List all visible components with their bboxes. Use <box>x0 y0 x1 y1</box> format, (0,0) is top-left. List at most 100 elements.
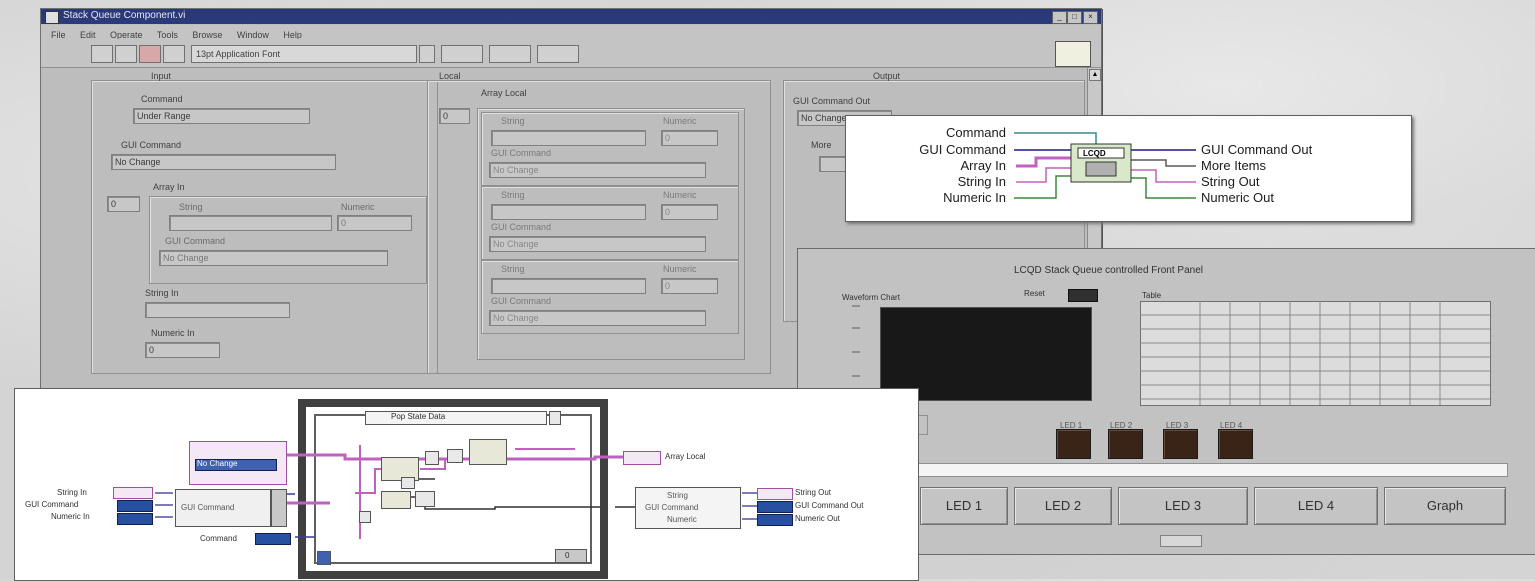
led-4-button[interactable]: LED 4 <box>1254 487 1378 525</box>
small-constant <box>359 511 371 523</box>
array-local-label: Array Local <box>665 452 706 461</box>
connector-wires <box>1014 132 1196 199</box>
pin-more-items: More Items <box>1201 158 1267 173</box>
numeric-out-terminal[interactable] <box>757 514 793 526</box>
local-3-string-field[interactable] <box>491 278 646 294</box>
local-1-string-field[interactable] <box>491 130 646 146</box>
vi-connector-icon <box>1055 41 1091 67</box>
bundle-handle <box>271 489 287 527</box>
local-2-gui-label: GUI Command <box>491 222 552 232</box>
maximize-button[interactable]: □ <box>1067 11 1082 24</box>
local-1-numeric-field[interactable]: 0 <box>661 130 718 146</box>
array-string-field[interactable] <box>169 215 332 231</box>
font-dropdown-icon[interactable] <box>419 45 435 63</box>
led-3-button[interactable]: LED 3 <box>1118 487 1248 525</box>
output-heading: Output <box>873 71 901 81</box>
minimize-button[interactable]: _ <box>1052 11 1067 24</box>
case-increment-icon[interactable] <box>549 411 561 425</box>
menu-bar: File Edit Operate Tools Browse Window He… <box>41 25 1101 40</box>
reset-indicator[interactable] <box>1068 289 1098 302</box>
case-selector-label: Pop State Data <box>391 412 446 421</box>
y-tick <box>852 327 860 329</box>
led-1-indicator <box>1056 429 1091 459</box>
local-1-string-label: String <box>501 116 525 126</box>
size-node[interactable] <box>415 491 435 507</box>
local-3-gui-label: GUI Command <box>491 296 552 306</box>
stop-button[interactable] <box>1160 535 1202 547</box>
close-button[interactable]: × <box>1083 11 1098 24</box>
numeric-in-terminal[interactable] <box>117 513 153 525</box>
unbundle-gui-label: GUI Command <box>645 503 699 512</box>
align-objects-icon[interactable] <box>441 45 483 63</box>
abort-icon[interactable] <box>139 45 161 63</box>
string-in-label: String In <box>145 288 179 298</box>
graph-button[interactable]: Graph <box>1384 487 1506 525</box>
local-2-numeric-field[interactable]: 0 <box>661 204 718 220</box>
array-local-label: Array Local <box>481 88 527 98</box>
numeric-in-field[interactable]: 0 <box>145 342 220 358</box>
array-gui-ring[interactable]: No Change <box>159 250 388 266</box>
command-terminal[interactable] <box>255 533 291 545</box>
compare-node[interactable] <box>425 451 439 465</box>
index-zero-constant <box>401 477 415 489</box>
string-in-field[interactable] <box>145 302 290 318</box>
distribute-objects-icon[interactable] <box>489 45 531 63</box>
gui-command-out-terminal[interactable] <box>757 501 793 513</box>
window-title: Stack Queue Component.vi <box>63 10 186 21</box>
y-tick <box>852 375 860 377</box>
array-local-index[interactable]: 0 <box>439 108 470 124</box>
array-string-label: String <box>179 202 203 212</box>
run-arrow-icon[interactable] <box>91 45 113 63</box>
pin-numeric-in: Numeric In <box>943 190 1006 205</box>
gui-command-ring[interactable]: No Change <box>111 154 336 170</box>
build-array-node[interactable] <box>469 439 507 465</box>
local-2-string-label: String <box>501 190 525 200</box>
gui-command-terminal[interactable] <box>117 500 153 512</box>
numeric-out-label: Numeric Out <box>795 514 840 523</box>
pin-string-in: String In <box>957 174 1006 189</box>
pause-icon[interactable] <box>163 45 185 63</box>
local-2-numeric-label: Numeric <box>663 190 697 200</box>
array-in-index[interactable]: 0 <box>107 196 140 212</box>
input-heading: Input <box>151 71 172 81</box>
string-in-terminal[interactable] <box>113 487 153 499</box>
reset-label: Reset <box>1024 289 1045 298</box>
waveform-chart-label: Waveform Chart <box>842 293 900 302</box>
gui-command-out-diagram-label: GUI Command Out <box>795 501 864 510</box>
run-continuous-icon[interactable] <box>115 45 137 63</box>
font-select[interactable]: 13pt Application Font <box>191 45 417 63</box>
local-heading: Local <box>439 71 461 81</box>
status-bar <box>918 463 1508 477</box>
gui-command-terminal-label: GUI Command <box>25 500 79 509</box>
local-3-numeric-field[interactable]: 0 <box>661 278 718 294</box>
string-in-terminal-label: String In <box>57 488 87 497</box>
array-local-indicator[interactable] <box>623 451 661 465</box>
led-1-button[interactable]: LED 1 <box>920 487 1008 525</box>
icon-label: LCQD <box>1083 149 1106 158</box>
vi-icon <box>45 11 59 24</box>
case-index-indicator <box>555 549 587 563</box>
waveform-chart-plot <box>880 307 1092 401</box>
iteration-terminal <box>317 551 331 565</box>
array-numeric-field[interactable]: 0 <box>337 215 412 231</box>
delete-array-node[interactable] <box>381 491 411 509</box>
array-gui-label: GUI Command <box>165 236 226 246</box>
scroll-up-icon[interactable]: ▲ <box>1089 69 1101 81</box>
more-items-label: More <box>811 140 832 150</box>
command-ring[interactable]: Under Range <box>133 108 310 124</box>
numeric-in-label: Numeric In <box>151 328 195 338</box>
reorder-icon[interactable] <box>537 45 579 63</box>
local-3-gui-ring[interactable]: No Change <box>489 310 706 326</box>
pin-string-out: String Out <box>1201 174 1260 189</box>
unbundle-string-label: String <box>667 491 688 500</box>
pin-gui-command-out: GUI Command Out <box>1201 142 1313 157</box>
string-out-terminal[interactable] <box>757 488 793 500</box>
local-2-string-field[interactable] <box>491 204 646 220</box>
pin-gui-command: GUI Command <box>919 142 1006 157</box>
table-label: Table <box>1142 291 1162 300</box>
local-2-gui-ring[interactable]: No Change <box>489 236 706 252</box>
select-node[interactable] <box>447 449 463 463</box>
led-2-button[interactable]: LED 2 <box>1014 487 1112 525</box>
local-1-gui-label: GUI Command <box>491 148 552 158</box>
local-1-gui-ring[interactable]: No Change <box>489 162 706 178</box>
